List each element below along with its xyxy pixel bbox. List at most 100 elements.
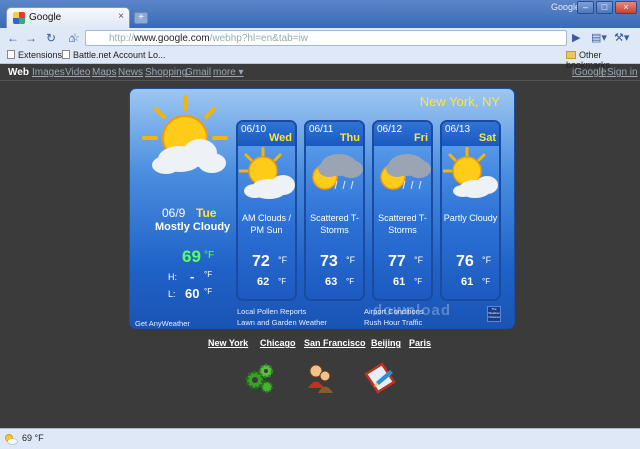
nav-separator: | — [601, 67, 604, 78]
status-temperature: 69 °F — [22, 433, 44, 443]
pollen-link[interactable]: Local Pollen Reports — [237, 307, 306, 316]
nav-sign-in[interactable]: Sign in — [607, 67, 638, 78]
maximize-button[interactable]: □ — [596, 1, 613, 14]
forecast-high: 76 — [456, 253, 474, 270]
forecast-date: 06/13 — [445, 124, 471, 135]
low-value: 60 — [185, 286, 200, 301]
forecast-low: 61 — [461, 276, 474, 288]
close-window-button[interactable]: × — [615, 1, 637, 14]
wrench-icon[interactable]: ⚒▾ — [614, 31, 629, 44]
forecast-high: 72 — [252, 253, 270, 270]
browser-tab[interactable]: Google × — [6, 7, 130, 28]
city-link-san-francisco[interactable]: San Francisco — [304, 338, 366, 348]
forecast-high-unit: °F — [482, 255, 492, 265]
forecast-condition: Partly Cloudy — [443, 213, 498, 223]
forecast-high-unit: °F — [278, 255, 288, 265]
forecast-day: 06/10 Wed AM Clouds / PM Sun 72 °F 62 °F — [236, 120, 297, 301]
nav-images[interactable]: Images — [32, 67, 65, 78]
forecast-day-name: Sat — [478, 132, 496, 144]
bookmark-extensions[interactable]: Extensions — [7, 50, 62, 60]
weather-widget: New York, NY 06/9 Tue Mostly Cloudy 69 °… — [129, 88, 515, 329]
play-icon[interactable]: ▶ — [572, 31, 580, 44]
city-name[interactable]: New York, NY — [420, 94, 500, 109]
sun-cloud-icon — [239, 147, 295, 199]
city-link-beijing[interactable]: Beijing — [371, 338, 401, 348]
forecast-low: 63 — [325, 276, 338, 288]
forward-arrow-icon[interactable]: → — [23, 31, 39, 45]
forecast-low: 61 — [393, 276, 406, 288]
city-link-chicago[interactable]: Chicago — [260, 338, 296, 348]
bookmark-battlenet[interactable]: Battle.net Account Lo... — [62, 50, 166, 60]
window-user-label: Google — [551, 2, 581, 12]
nav-maps[interactable]: Maps — [92, 67, 116, 78]
tab-title: Google — [29, 12, 62, 23]
forecast-low-unit: °F — [278, 277, 287, 286]
forecast-high: 73 — [320, 253, 338, 270]
minimize-button[interactable]: – — [577, 1, 594, 14]
forecast-condition: AM Clouds / PM Sun — [241, 213, 292, 235]
low-label: L: — [168, 289, 176, 299]
nav-video[interactable]: Video — [65, 67, 90, 78]
today-date: 06/9 — [162, 206, 186, 220]
forecast-date: 06/11 — [309, 124, 334, 135]
high-label: H: — [168, 272, 177, 282]
weather-status-icon[interactable] — [4, 433, 18, 445]
city-link-new-york[interactable]: New York — [208, 338, 248, 348]
browser-toolbar: ← → ↻ ⌂ ☆ http://www.google.com/webhp?hl… — [0, 28, 640, 48]
lawn-garden-link[interactable]: Lawn and Garden Weather — [237, 318, 327, 327]
page-icon — [62, 50, 70, 59]
nav-gmail[interactable]: Gmail — [185, 67, 211, 78]
forecast-condition: Scattered T- Storms — [378, 213, 427, 235]
forecast-day-name: Wed — [268, 132, 292, 144]
nav-shopping[interactable]: Shopping — [145, 67, 187, 78]
thunderstorm-icon — [312, 154, 363, 190]
high-unit: °F — [204, 270, 213, 279]
status-bar: 69 °F — [0, 428, 640, 449]
forecast-day-name: Thu — [339, 132, 360, 144]
forecast-high: 77 — [388, 253, 406, 270]
today-temp: 69 — [182, 247, 201, 266]
nav-web[interactable]: Web — [8, 67, 29, 78]
forecast-day: 06/11 Thu Scattered T- Storms 73 °F 63 °F — [304, 120, 365, 301]
high-value: - — [190, 269, 195, 284]
forecast-day: 06/13 Sat Partly Cloudy 76 °F 61 °F — [440, 120, 501, 301]
rush-hour-link[interactable]: Rush Hour Traffic — [364, 318, 422, 327]
city-links: New York Chicago San Francisco Beijing P… — [0, 338, 640, 352]
title-bar: Google × + Google – □ × — [0, 0, 640, 28]
today-temp-unit: °F — [204, 250, 215, 261]
city-link-paris[interactable]: Paris — [409, 338, 431, 348]
forecast-date: 06/10 — [241, 124, 267, 135]
sun-cloud-icon — [142, 95, 228, 174]
new-tab-button[interactable]: + — [134, 12, 148, 24]
forecast-day-name: Fri — [413, 132, 428, 144]
forecast-day: 06/12 Fri Scattered T- Storms 77 °F 61 °F — [372, 120, 433, 301]
airport-link[interactable]: Airport Conditions — [364, 307, 424, 316]
nav-more[interactable]: more ▾ — [213, 67, 244, 78]
sun-cloud-icon — [443, 147, 498, 198]
address-bar[interactable]: ☆ http://www.google.com/webhp?hl=en&tab=… — [70, 30, 567, 46]
forecast-condition: Scattered T- Storms — [310, 213, 359, 235]
page-menu-icon[interactable]: ▤▾ — [591, 31, 607, 44]
users-icon[interactable] — [304, 362, 336, 394]
forecast-low-unit: °F — [482, 277, 491, 286]
bookmarks-bar: Extensions Battle.net Account Lo... Othe… — [0, 48, 640, 70]
nav-divider — [0, 80, 640, 81]
nav-news[interactable]: News — [118, 67, 143, 78]
url-text: http://www.google.com/webhp?hl=en&tab=iw — [109, 33, 309, 44]
google-nav-bar: Web Images Video Maps News Shopping Gmai… — [0, 65, 640, 80]
settings-gears-icon[interactable] — [243, 362, 275, 394]
reload-icon[interactable]: ↻ — [43, 31, 59, 45]
star-icon[interactable]: ☆ — [70, 31, 80, 44]
back-arrow-icon[interactable]: ← — [5, 31, 21, 45]
folder-icon — [566, 51, 576, 59]
forecast-low-unit: °F — [414, 277, 423, 286]
low-unit: °F — [204, 287, 213, 296]
get-anyweather-link[interactable]: Get AnyWeather — [135, 319, 190, 328]
today-condition: Mostly Cloudy — [155, 221, 231, 233]
forecast-high-unit: °F — [414, 255, 424, 265]
weather-channel-logo[interactable]: The Weather Channel — [487, 306, 501, 322]
tab-close-icon[interactable]: × — [118, 11, 124, 22]
forecast-low: 62 — [257, 276, 270, 288]
edit-document-icon[interactable] — [364, 362, 396, 394]
page-icon — [7, 50, 15, 59]
